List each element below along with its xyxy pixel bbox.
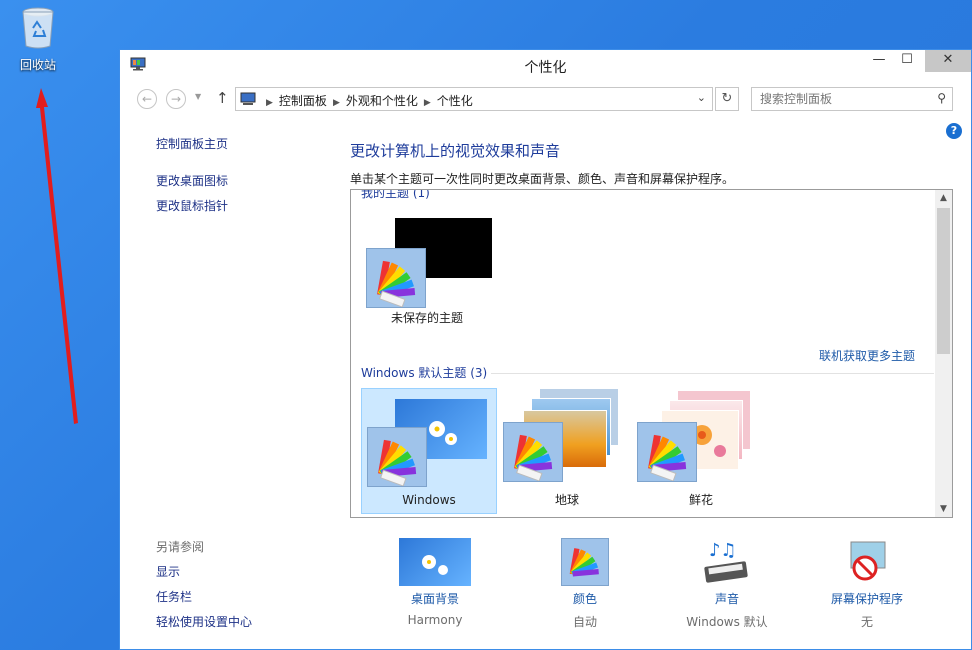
- page-description: 单击某个主题可一次性同时更改桌面背景、颜色、声音和屏幕保护程序。: [350, 172, 735, 186]
- recent-locations-icon[interactable]: ▼: [195, 92, 201, 101]
- theme-tile-earth[interactable]: 地球: [499, 388, 635, 514]
- sidebar-link-control-panel-home[interactable]: 控制面板主页: [156, 135, 336, 152]
- default-themes-header: Windows 默认主题 (3): [361, 366, 488, 380]
- setting-value: 无: [860, 615, 873, 629]
- sidebar-link-change-mouse-pointers[interactable]: 更改鼠标指针: [156, 197, 336, 214]
- color-setting[interactable]: 颜色 自动: [530, 538, 640, 630]
- title-bar[interactable]: 个性化 — ☐ ✕: [120, 50, 971, 80]
- breadcrumb-item-control-panel[interactable]: 控制面板: [279, 94, 327, 108]
- get-more-themes-online-link[interactable]: 联机获取更多主题: [819, 347, 915, 364]
- help-icon[interactable]: ?: [946, 123, 962, 139]
- setting-value: Windows 默认: [686, 615, 768, 629]
- screensaver-setting[interactable]: 屏幕保护程序 无: [812, 538, 922, 630]
- setting-value: Harmony: [407, 613, 463, 627]
- theme-name: Windows: [402, 493, 456, 507]
- search-box[interactable]: ⚲: [751, 87, 953, 111]
- page-title: 更改计算机上的视觉效果和声音: [350, 142, 561, 160]
- scroll-up-arrow-icon[interactable]: ▲: [935, 190, 952, 206]
- personalization-window: 个性化 — ☐ ✕ ← → ▼ ↑ ▶ 控制面板 ▶ 外观和个性化 ▶ 个性化 ⌄ ↻ ⚲…: [119, 49, 972, 650]
- color-palette-icon: [503, 422, 563, 482]
- color-palette-icon: [561, 538, 609, 586]
- refresh-button[interactable]: ↻: [715, 87, 739, 111]
- see-also-section: 另请参阅 显示 任务栏 轻松使用设置中心: [156, 538, 252, 638]
- sound-icon: ♪♫: [699, 538, 755, 586]
- breadcrumb-separator: ▶: [423, 98, 431, 108]
- scrollbar-thumb[interactable]: [937, 208, 950, 354]
- see-also-link-display[interactable]: 显示: [156, 563, 252, 580]
- theme-tile-flowers[interactable]: 鲜花: [633, 388, 769, 514]
- setting-label[interactable]: 颜色: [530, 590, 640, 607]
- sidebar: 控制面板主页 更改桌面图标 更改鼠标指针: [156, 135, 336, 222]
- breadcrumb-item-appearance[interactable]: 外观和个性化: [346, 94, 418, 108]
- control-panel-icon: [240, 92, 256, 105]
- breadcrumb-separator: ▶: [266, 98, 273, 108]
- recycle-bin-icon: [22, 7, 54, 49]
- up-arrow-icon[interactable]: ↑: [216, 89, 229, 107]
- desktop-background-icon: [399, 538, 471, 586]
- breadcrumb-separator: ▶: [332, 98, 340, 108]
- minimize-button[interactable]: —: [865, 50, 893, 72]
- sound-setting[interactable]: ♪♫ 声音 Windows 默认: [672, 538, 782, 630]
- close-button[interactable]: ✕: [925, 50, 971, 72]
- see-also-link-ease-of-access[interactable]: 轻松使用设置中心: [156, 613, 252, 630]
- desktop-background-setting[interactable]: 桌面背景 Harmony: [380, 538, 490, 627]
- sidebar-link-change-desktop-icons[interactable]: 更改桌面图标: [156, 172, 336, 189]
- recycle-bin-label: 回收站: [19, 58, 56, 72]
- search-input[interactable]: [752, 88, 922, 110]
- screensaver-icon: [843, 538, 891, 586]
- search-icon[interactable]: ⚲: [937, 91, 946, 105]
- see-also-header: 另请参阅: [156, 540, 205, 554]
- color-palette-icon: [367, 427, 427, 487]
- scroll-down-arrow-icon[interactable]: ▼: [935, 501, 952, 517]
- svg-text:♪♫: ♪♫: [709, 540, 737, 561]
- see-also-link-taskbar[interactable]: 任务栏: [156, 588, 252, 605]
- theme-name: 未保存的主题: [390, 311, 463, 325]
- window-title: 个性化: [524, 60, 567, 76]
- theme-list: 我的主题 (1) 未保存的主题 联机获取更多主题 Windows 默认主题 (3…: [350, 189, 953, 518]
- color-palette-icon: [366, 248, 426, 308]
- breadcrumb: ▶ 控制面板 ▶ 外观和个性化 ▶ 个性化: [260, 92, 473, 109]
- setting-label[interactable]: 屏幕保护程序: [812, 590, 922, 607]
- breadcrumb-item-personalization[interactable]: 个性化: [437, 94, 473, 108]
- theme-list-scrollbar[interactable]: ▲ ▼: [935, 190, 952, 517]
- color-palette-icon: [637, 422, 697, 482]
- maximize-button[interactable]: ☐: [893, 50, 921, 72]
- setting-label[interactable]: 桌面背景: [380, 590, 490, 607]
- setting-label[interactable]: 声音: [672, 590, 782, 607]
- navigation-bar: ← → ▼ ↑ ▶ 控制面板 ▶ 外观和个性化 ▶ 个性化 ⌄ ↻ ⚲: [120, 80, 971, 120]
- my-themes-header: 我的主题 (1): [361, 189, 430, 200]
- forward-button[interactable]: →: [166, 89, 186, 109]
- theme-tile-unsaved[interactable]: 未保存的主题: [359, 212, 495, 338]
- theme-settings-bar: 桌面背景 Harmony 颜色 自动 ♪♫ 声音 Windows 默认 屏幕保护…: [380, 538, 940, 638]
- back-button[interactable]: ←: [137, 89, 157, 109]
- address-bar[interactable]: ▶ 控制面板 ▶ 外观和个性化 ▶ 个性化 ⌄: [235, 87, 713, 111]
- theme-tile-windows[interactable]: Windows: [361, 388, 497, 514]
- theme-name: 鲜花: [688, 493, 713, 507]
- setting-value: 自动: [572, 615, 597, 629]
- recycle-bin-shortcut[interactable]: 回收站: [14, 6, 62, 73]
- theme-name: 地球: [554, 493, 579, 507]
- group-divider: [491, 373, 934, 374]
- chevron-down-icon[interactable]: ⌄: [697, 91, 706, 104]
